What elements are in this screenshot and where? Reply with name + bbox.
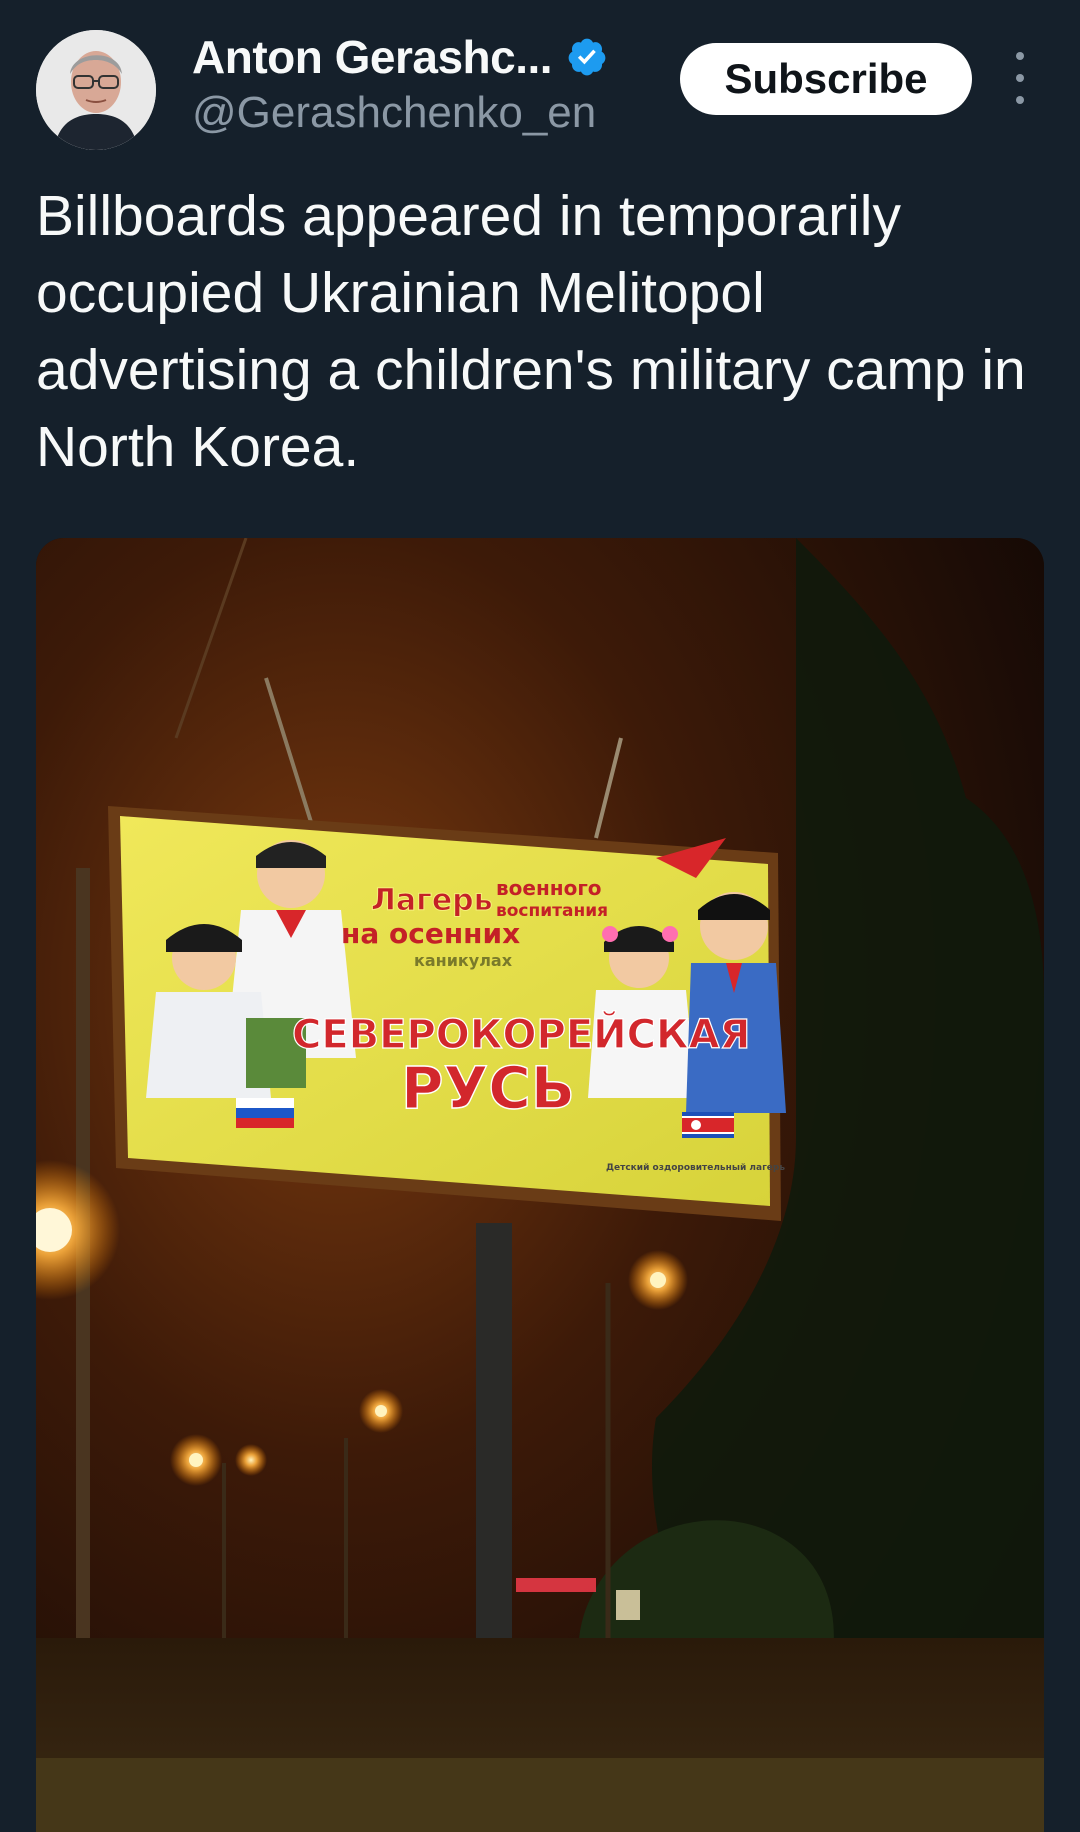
tweet-photo[interactable]: Лагерь военного воспитания на осенних ка…	[36, 538, 1044, 1832]
north-korean-flag-icon	[682, 1112, 734, 1138]
more-dot	[1016, 74, 1024, 82]
more-dot	[1016, 96, 1024, 104]
author-name[interactable]: Anton Gerashc...	[192, 30, 553, 84]
billboard-autumn-word: на осенних	[341, 917, 520, 950]
billboard-photo-illustration: Лагерь военного воспитания на осенних ка…	[36, 538, 1044, 1832]
tweet-header: Anton Gerashc... @Gerashchenko_en Subscr…	[0, 0, 1080, 170]
billboard-headline-2: РУСЬ	[401, 1054, 575, 1122]
author-handle[interactable]: @Gerashchenko_en	[192, 88, 596, 138]
billboard-military-word: военного	[496, 876, 602, 900]
russian-flag-icon	[236, 1098, 294, 1128]
more-dot	[1016, 52, 1024, 60]
billboard-holidays-word: каникулах	[414, 951, 513, 970]
tweet-text: Billboards appeared in temporarily occup…	[36, 184, 1026, 479]
author-name-row[interactable]: Anton Gerashc...	[192, 30, 608, 84]
subscribe-button[interactable]: Subscribe	[680, 43, 972, 115]
author-avatar[interactable]	[36, 30, 156, 150]
billboard-footer: Детский оздоровительный лагерь	[606, 1163, 785, 1173]
billboard-headline-1: СЕВЕРОКОРЕЙСКАЯ	[292, 1010, 750, 1058]
billboard-camp-word: Лагерь	[371, 883, 493, 918]
more-vertical-icon[interactable]	[1004, 52, 1036, 104]
verified-badge-icon	[566, 36, 608, 78]
